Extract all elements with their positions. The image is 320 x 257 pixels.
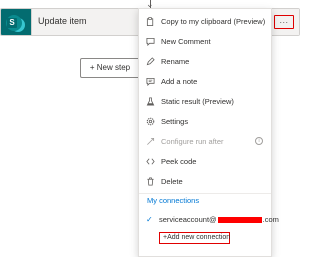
menu-item-copy-to-clipboard[interactable]: Copy to my clipboard (Preview) [139,12,271,30]
more-options-button[interactable]: ... [274,15,294,29]
action-title: Update item [38,16,87,26]
gear-icon [139,117,161,126]
info-icon[interactable]: i [255,137,263,145]
menu-item-label: Peek code [161,156,197,166]
menu-item-label: Static result (Preview) [161,96,234,106]
comment-icon [139,37,161,46]
menu-item-peek-code[interactable]: Peek code [139,152,271,170]
menu-item-label: New Comment [161,36,211,46]
connector-arrow-icon: ⌄ [146,0,154,9]
link-icon [139,137,161,146]
my-connections-header: My connections [147,196,200,205]
connection-email-prefix: serviceaccount@ [159,215,217,224]
menu-item-label: Copy to my clipboard (Preview) [161,16,266,26]
connection-email: serviceaccount@ .com [159,215,279,224]
action-context-menu: Copy to my clipboard (Preview) New Comme… [138,8,279,257]
menu-item-delete[interactable]: Delete [139,172,271,190]
menu-item-label: Rename [161,56,190,66]
menu-item-label: Configure run after [161,136,224,146]
menu-item-configure-run-after: Configure run after i [139,132,271,150]
menu-item-static-result[interactable]: Static result (Preview) [139,92,271,110]
menu-item-settings[interactable]: Settings [139,112,271,130]
code-icon [139,157,161,166]
connection-email-suffix: .com [262,215,279,224]
sharepoint-icon: S [6,15,22,31]
beaker-icon [139,96,161,106]
pencil-icon [139,56,161,66]
sharepoint-logo-letter: S [7,18,17,28]
add-new-connection-button[interactable]: +Add new connection [159,232,230,244]
redacted-block [217,217,262,224]
menu-item-rename[interactable]: Rename [139,52,271,70]
menu-item-label: Add a note [161,76,198,86]
note-icon [139,77,161,86]
trash-icon [139,176,161,186]
new-step-button[interactable]: + New step [80,58,140,78]
menu-item-add-note[interactable]: Add a note [139,72,271,90]
menu-item-new-comment[interactable]: New Comment [139,32,271,50]
menu-divider [139,193,271,194]
clipboard-icon [139,16,161,26]
menu-item-label: Settings [161,116,189,126]
menu-item-label: Delete [161,176,183,186]
checkmark-icon: ✓ [146,215,153,224]
